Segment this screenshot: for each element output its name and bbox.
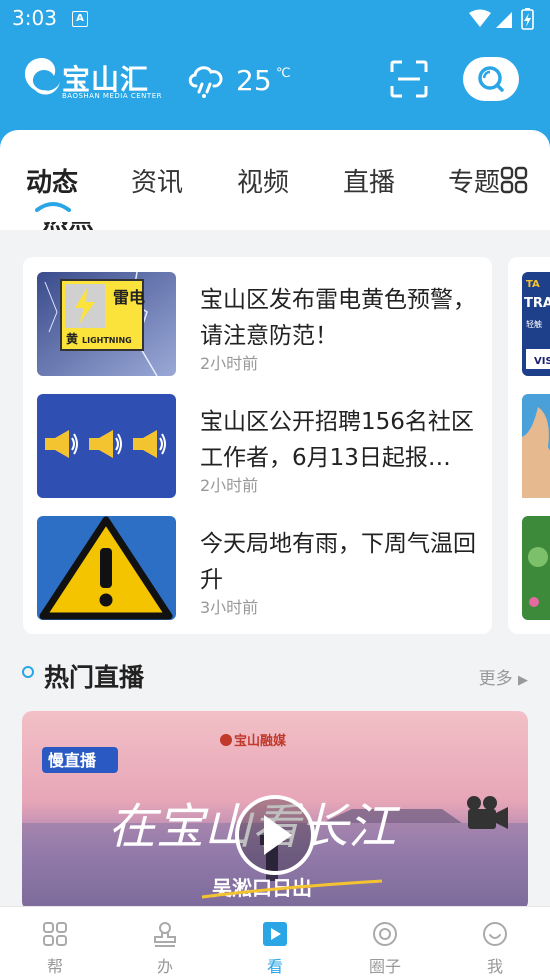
nav-label: 办 [156, 957, 173, 976]
more-link[interactable]: 更多 ▶ [479, 664, 528, 689]
wifi-icon [469, 9, 491, 27]
nav-wo[interactable]: 我 [440, 907, 550, 980]
temperature-unit: ℃ [276, 66, 291, 81]
category-tab-bar: 动态 资讯 视频 直播 专题 [0, 130, 550, 230]
news-time: 3小时前 [200, 598, 259, 617]
tab-zhibo[interactable]: 直播 [343, 162, 395, 199]
status-icons [468, 8, 538, 30]
news-item[interactable]: 雷电 黄 LIGHTNING 宝山区发布雷电黄色预警，请注意防范！ 2小时前 [37, 272, 477, 378]
news-title: 宝山区公开招聘156名社区工作者，6月13日起报… [200, 409, 474, 471]
svg-text:VIS: VIS [534, 356, 550, 367]
cell-signal-icon [496, 12, 512, 28]
svg-text:黄: 黄 [66, 331, 78, 346]
grid-icon [43, 922, 67, 946]
news-title: 宝山区发布雷电黄色预警，请注意防范！ [200, 287, 476, 349]
nav-label: 圈子 [368, 957, 401, 976]
smile-icon [483, 922, 507, 946]
nav-label: 看 [266, 957, 283, 976]
svg-text:LIGHTNING: LIGHTNING [82, 336, 132, 345]
hot-live-header: 热门直播 更多 ▶ [22, 656, 530, 696]
nav-bang[interactable]: 帮 [0, 907, 110, 980]
play-button-icon [235, 795, 315, 875]
svg-text:轻触: 轻触 [526, 319, 542, 329]
news-title: 今天局地有雨，下周气温回升 [200, 531, 476, 593]
nav-kan[interactable]: 看 [220, 907, 330, 980]
tab-dongtai[interactable]: 动态 [26, 162, 78, 199]
search-icon [478, 66, 504, 92]
status-time: 3:03 [12, 6, 57, 30]
warning-sign-image [37, 516, 176, 620]
next-news-card[interactable]: TA TRA 轻触 VIS [508, 257, 550, 634]
svg-text:雷电: 雷电 [113, 288, 145, 307]
tab-shipin[interactable]: 视频 [237, 162, 289, 199]
section-dot-icon [22, 666, 34, 678]
nav-label: 帮 [46, 957, 63, 976]
news-item[interactable]: 今天局地有雨，下周气温回升 3小时前 [37, 516, 477, 622]
bottom-navigation: 帮 办 看 圈子 我 [0, 906, 550, 980]
circle-icon [373, 922, 397, 946]
nav-ban[interactable]: 办 [110, 907, 220, 980]
tab-zixun[interactable]: 资讯 [131, 162, 183, 199]
news-card: 雷电 黄 LIGHTNING 宝山区发布雷电黄色预警，请注意防范！ 2小时前 宝… [23, 257, 492, 634]
grid-icon [500, 166, 528, 194]
news-time: 2小时前 [200, 354, 259, 373]
logo-subtitle: BAOSHAN MEDIA CENTER [62, 92, 162, 100]
play-icon [263, 922, 287, 946]
megaphones-image [37, 394, 176, 498]
scan-icon [390, 60, 428, 98]
lightning-warning-image: 雷电 黄 LIGHTNING [37, 272, 176, 376]
search-button[interactable] [463, 57, 519, 101]
all-categories-button[interactable] [500, 166, 528, 198]
chevron-right-icon: ▶ [518, 673, 528, 688]
status-bar: 3:03 A [0, 0, 550, 38]
temperature-value: 25 [236, 64, 272, 97]
rain-cloud-icon [186, 62, 226, 104]
news-time: 2小时前 [200, 476, 259, 495]
svg-text:慢直播: 慢直播 [48, 751, 97, 770]
scan-button[interactable] [390, 60, 428, 98]
tab-zhuanti[interactable]: 专题 [448, 162, 500, 199]
notification-icon: A [72, 11, 88, 27]
section-title: 热门直播 [44, 663, 145, 692]
partial-section-title: 热点 [42, 222, 102, 230]
svg-text:TA: TA [526, 279, 540, 290]
stamp-icon [154, 922, 176, 947]
active-tab-indicator [35, 202, 71, 212]
news-item[interactable]: 宝山区公开招聘156名社区工作者，6月13日起报… 2小时前 [37, 394, 477, 500]
live-stream-card[interactable]: 宝山融媒 慢直播 在宝山看长江 吴淞口日出 [22, 711, 528, 911]
nav-label: 我 [486, 957, 503, 976]
svg-text:宝山融媒: 宝山融媒 [234, 733, 287, 749]
svg-text:TRA: TRA [524, 296, 550, 311]
nav-quanzi[interactable]: 圈子 [330, 907, 440, 980]
